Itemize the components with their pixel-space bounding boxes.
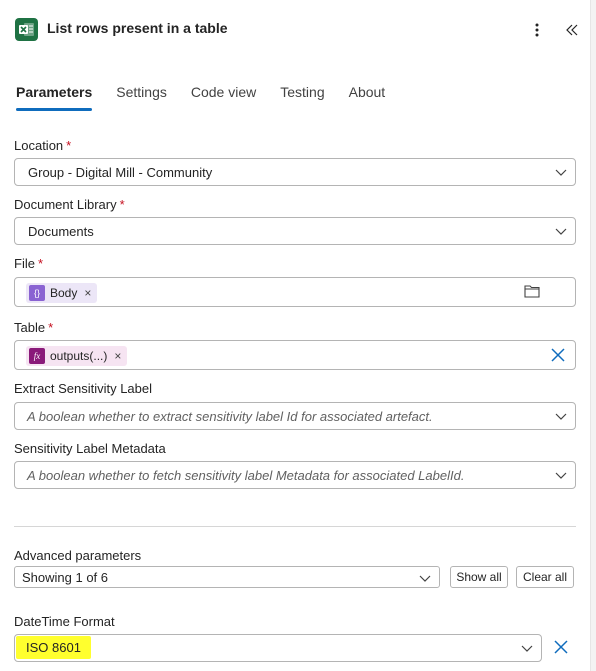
remove-token-icon[interactable]: ×: [114, 349, 121, 363]
section-divider: [14, 526, 576, 527]
table-label: Table *: [14, 320, 53, 335]
datetime-format-dropdown[interactable]: ISO 8601: [14, 634, 542, 662]
tab-bar: Parameters Settings Code view Testing Ab…: [16, 84, 409, 114]
expression-token-label: outputs(...): [50, 349, 108, 363]
extract-sensitivity-label: Extract Sensitivity Label: [14, 381, 153, 396]
file-label-text: File: [14, 256, 35, 271]
expression-token[interactable]: fx outputs(...) ×: [26, 346, 128, 366]
datetime-format-value: ISO 8601: [16, 636, 91, 659]
sensitivity-metadata-placeholder: A boolean whether to fetch sensitivity l…: [27, 468, 465, 483]
expression-fx-icon: fx: [29, 348, 45, 364]
body-token-label: Body: [50, 286, 78, 300]
location-value: Group - Digital Mill - Community: [28, 165, 213, 180]
folder-icon[interactable]: [524, 284, 540, 298]
tab-about[interactable]: About: [349, 84, 386, 114]
location-label-text: Location: [14, 138, 64, 153]
tab-testing[interactable]: Testing: [280, 84, 324, 114]
extract-sensitivity-dropdown[interactable]: A boolean whether to extract sensitivity…: [14, 402, 576, 430]
document-library-label: Document Library *: [14, 197, 125, 212]
double-chevron-left-icon: [566, 24, 578, 36]
required-marker: *: [66, 138, 72, 153]
chevron-down-icon: [521, 645, 533, 652]
action-title: List rows present in a table: [47, 20, 228, 36]
location-dropdown[interactable]: Group - Digital Mill - Community: [14, 158, 576, 186]
tab-code-view[interactable]: Code view: [191, 84, 256, 114]
advanced-parameters-label: Advanced parameters: [14, 548, 142, 563]
body-token[interactable]: {} Body ×: [26, 283, 98, 303]
document-library-value: Documents: [28, 224, 94, 239]
document-library-dropdown[interactable]: Documents: [14, 217, 576, 245]
sensitivity-metadata-dropdown[interactable]: A boolean whether to fetch sensitivity l…: [14, 461, 576, 489]
action-details-panel: List rows present in a table Parameters …: [0, 0, 590, 671]
clear-icon[interactable]: [551, 348, 565, 362]
more-options-button[interactable]: [528, 18, 546, 42]
file-input[interactable]: {} Body ×: [14, 277, 576, 307]
location-label: Location *: [14, 138, 71, 153]
sensitivity-metadata-label: Sensitivity Label Metadata: [14, 441, 166, 456]
chevron-down-icon: [555, 169, 567, 176]
table-input[interactable]: fx outputs(...) ×: [14, 340, 576, 370]
document-library-label-text: Document Library: [14, 197, 117, 212]
advanced-parameters-value: Showing 1 of 6: [22, 570, 109, 585]
extract-sensitivity-placeholder: A boolean whether to extract sensitivity…: [27, 409, 433, 424]
excel-icon: [15, 18, 38, 41]
chevron-down-icon: [555, 413, 567, 420]
required-marker: *: [119, 197, 125, 212]
dynamic-content-icon: {}: [29, 285, 45, 301]
chevron-down-icon: [419, 575, 431, 582]
table-label-text: Table: [14, 320, 46, 335]
datetime-format-label: DateTime Format: [14, 614, 115, 629]
canvas-edge: [590, 0, 596, 671]
show-all-button[interactable]: Show all: [450, 566, 508, 588]
required-marker: *: [37, 256, 44, 271]
collapse-panel-button[interactable]: [562, 18, 582, 42]
more-vertical-icon: [535, 23, 539, 37]
tab-parameters[interactable]: Parameters: [16, 84, 93, 114]
remove-parameter-icon[interactable]: [554, 640, 568, 654]
panel-header: List rows present in a table: [0, 0, 590, 60]
file-label: File *: [14, 256, 43, 271]
advanced-parameters-dropdown[interactable]: Showing 1 of 6: [14, 566, 440, 588]
clear-all-button[interactable]: Clear all: [516, 566, 574, 588]
chevron-down-icon: [555, 472, 567, 479]
remove-token-icon[interactable]: ×: [84, 286, 91, 300]
tab-settings[interactable]: Settings: [116, 84, 167, 114]
chevron-down-icon: [555, 228, 567, 235]
required-marker: *: [48, 320, 54, 335]
